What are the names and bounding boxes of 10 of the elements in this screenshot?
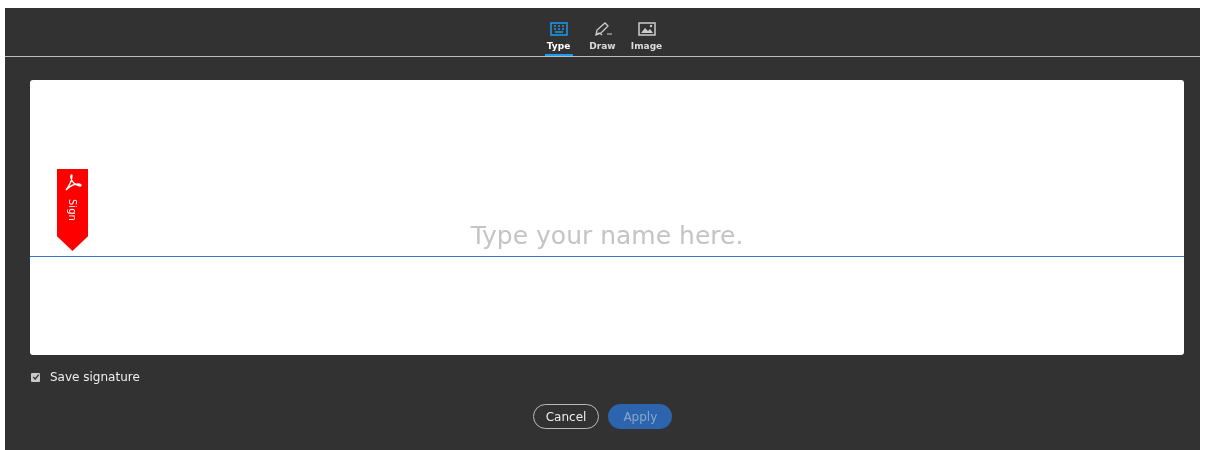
pen-icon bbox=[592, 21, 613, 37]
image-icon bbox=[637, 22, 656, 36]
tab[interactable]: Draw bbox=[588, 13, 617, 56]
keyboard-icon bbox=[549, 22, 568, 36]
save-checkbox[interactable] bbox=[31, 372, 40, 382]
name-field[interactable]: Type your name here. bbox=[427, 221, 787, 256]
sign-label: Sign bbox=[67, 199, 78, 221]
save-signature-label: Save signature bbox=[50, 370, 140, 384]
tab[interactable]: Type bbox=[544, 13, 573, 56]
tab[interactable]: Image bbox=[632, 13, 661, 56]
